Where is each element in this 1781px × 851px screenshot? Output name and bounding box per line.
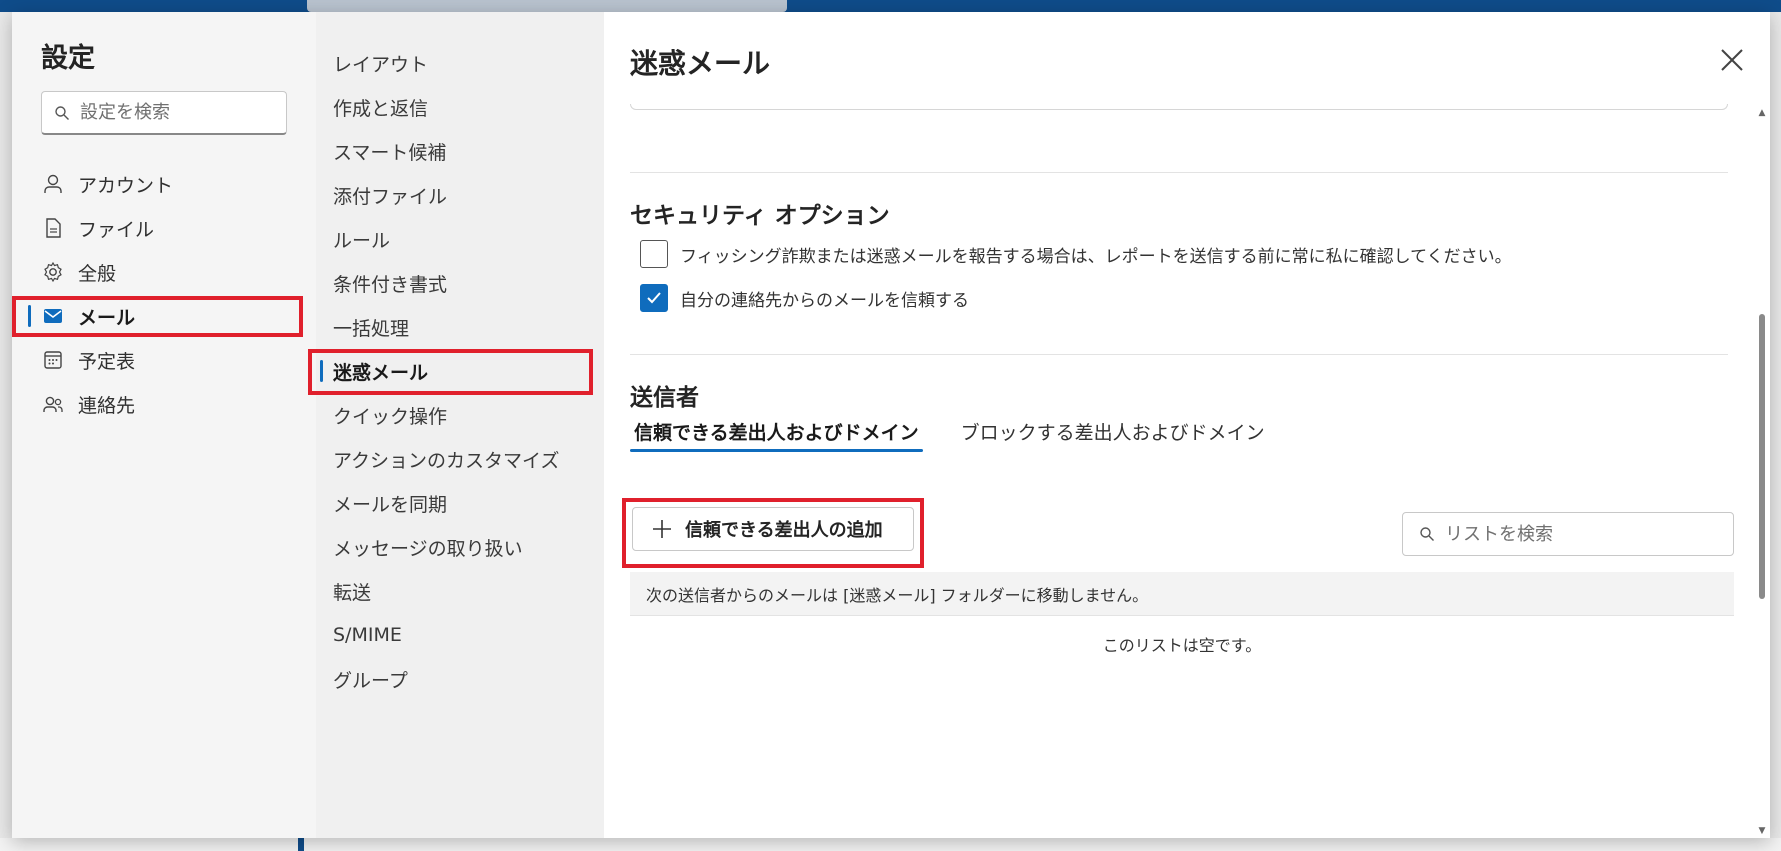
scroll-down-arrow-icon[interactable]: ▼ — [1757, 826, 1767, 836]
people-icon — [43, 396, 63, 412]
calendar-icon — [44, 351, 62, 369]
subnav-item-conditional-formatting[interactable]: 条件付き書式 — [316, 261, 604, 305]
app-header-bar — [0, 0, 1781, 12]
section-divider — [630, 354, 1728, 355]
nav-item-label: 予定表 — [78, 350, 136, 373]
phishing-confirm-checkbox[interactable] — [640, 240, 668, 268]
trust-contacts-checkbox[interactable] — [640, 284, 668, 312]
scroll-up-arrow-icon[interactable]: ▲ — [1757, 108, 1767, 118]
tab-label: ブロックする差出人およびドメイン — [960, 421, 1265, 444]
nav-item-label: ファイル — [78, 218, 155, 241]
page-title: 迷惑メール — [630, 47, 771, 80]
settings-search-box[interactable] — [41, 91, 287, 135]
junk-email-panel: 迷惑メール セキュリティ オプション フィッシング詐欺または迷惑メールを報告する… — [604, 12, 1770, 838]
security-options-title: セキュリティ オプション — [630, 203, 890, 229]
subnav-item-smart-suggestions[interactable]: スマート候補 — [316, 129, 604, 173]
search-icon — [55, 105, 69, 120]
person-icon — [44, 174, 62, 193]
mail-subnav-list: レイアウト 作成と返信 スマート候補 添付ファイル ルール 条件付き書式 一括処… — [308, 41, 604, 701]
nav-item-label: 連絡先 — [78, 394, 136, 417]
nav-item-label: アカウント — [78, 174, 174, 197]
vertical-scrollbar[interactable]: ▲ ▼ — [1754, 104, 1770, 838]
subnav-item-message-handling[interactable]: メッセージの取り扱い — [316, 525, 604, 569]
add-trusted-sender-label: 信頼できる差出人の追加 — [685, 520, 883, 541]
close-icon — [1721, 49, 1743, 71]
settings-nav: 設定 アカウント ファイル — [12, 12, 316, 838]
empty-list-message: このリストは空です。 — [1102, 636, 1262, 655]
previous-card-edge — [630, 104, 1728, 110]
search-icon — [1420, 527, 1434, 541]
subnav-item-label: クイック操作 — [333, 405, 448, 428]
app-background-bottom — [0, 838, 1781, 851]
checkmark-icon — [647, 292, 661, 304]
app-accent-strip — [298, 838, 304, 851]
subnav-item-label: 作成と返信 — [333, 97, 429, 120]
scrollbar-thumb[interactable] — [1759, 314, 1765, 599]
subnav-item-compose-reply[interactable]: 作成と返信 — [316, 85, 604, 129]
subnav-item-label: 条件付き書式 — [333, 273, 448, 296]
subnav-item-groups[interactable]: グループ — [316, 657, 604, 701]
subnav-item-sweep[interactable]: 一括処理 — [316, 305, 604, 349]
subnav-item-label: 一括処理 — [333, 317, 410, 340]
nav-item-account[interactable]: アカウント — [12, 162, 316, 206]
subnav-item-label: ルール — [333, 229, 391, 252]
subnav-item-customize-actions[interactable]: アクションのカスタマイズ — [316, 437, 604, 481]
settings-title: 設定 — [41, 43, 95, 74]
section-divider — [630, 172, 1728, 173]
gear-icon — [44, 261, 62, 283]
tab-blocked-senders[interactable]: ブロックする差出人およびドメイン — [957, 412, 1269, 450]
subnav-item-sync-email[interactable]: メールを同期 — [316, 481, 604, 525]
tab-label: 信頼できる差出人およびドメイン — [634, 421, 919, 444]
nav-item-label: 全般 — [78, 262, 117, 285]
list-info-text: 次の送信者からのメールは [迷惑メール] フォルダーに移動しません。 — [646, 585, 1149, 605]
subnav-item-attachments[interactable]: 添付ファイル — [316, 173, 604, 217]
subnav-item-smime[interactable]: S/MIME — [316, 613, 604, 657]
nav-item-general[interactable]: 全般 — [12, 250, 316, 294]
senders-title: 送信者 — [630, 385, 699, 411]
add-trusted-sender-button[interactable]: 信頼できる差出人の追加 — [632, 507, 914, 551]
subnav-item-label: メールを同期 — [333, 493, 448, 516]
subnav-item-label: メッセージの取り扱い — [333, 537, 523, 560]
close-button[interactable] — [1714, 42, 1750, 78]
settings-nav-list: アカウント ファイル 全般 メール 予定表 連絡先 — [12, 162, 316, 426]
settings-dialog: 設定 アカウント ファイル — [12, 12, 1770, 838]
highlight-box: 信頼できる差出人の追加 — [622, 498, 924, 568]
subnav-item-label: レイアウト — [333, 53, 429, 76]
nav-item-files[interactable]: ファイル — [12, 206, 316, 250]
subnav-item-label: グループ — [333, 669, 408, 692]
trust-contacts-label: 自分の連絡先からのメールを信頼する — [680, 290, 969, 311]
plus-icon — [653, 520, 671, 538]
settings-scroll-area[interactable]: セキュリティ オプション フィッシング詐欺または迷惑メールを報告する場合は、レポ… — [604, 104, 1754, 838]
list-info-bar: 次の送信者からのメールは [迷惑メール] フォルダーに移動しません。 — [630, 572, 1734, 616]
app-search-box — [307, 0, 787, 12]
mail-subnav: レイアウト 作成と返信 スマート候補 添付ファイル ルール 条件付き書式 一括処… — [308, 12, 604, 838]
phishing-confirm-option[interactable]: フィッシング詐欺または迷惑メールを報告する場合は、レポートを送信する前に常に私に… — [640, 240, 1512, 268]
list-search-input[interactable] — [1445, 523, 1725, 545]
nav-item-contacts[interactable]: 連絡先 — [12, 382, 316, 426]
document-icon — [46, 218, 61, 238]
highlight-box — [308, 349, 593, 395]
subnav-item-rules[interactable]: ルール — [316, 217, 604, 261]
subnav-item-junk-email[interactable]: 迷惑メール — [308, 349, 604, 395]
subnav-item-forwarding[interactable]: 転送 — [316, 569, 604, 613]
settings-search-input[interactable] — [80, 102, 270, 123]
tab-trusted-senders[interactable]: 信頼できる差出人およびドメイン — [630, 412, 923, 452]
subnav-item-label: S/MIME — [333, 624, 402, 646]
highlight-box — [12, 296, 303, 337]
subnav-item-label: スマート候補 — [333, 141, 447, 164]
senders-tabs: 信頼できる差出人およびドメイン ブロックする差出人およびドメイン — [630, 412, 1303, 452]
nav-item-calendar[interactable]: 予定表 — [12, 338, 316, 382]
subnav-item-label: 転送 — [333, 581, 372, 604]
subnav-item-quick-actions[interactable]: クイック操作 — [316, 393, 604, 437]
phishing-confirm-label: フィッシング詐欺または迷惑メールを報告する場合は、レポートを送信する前に常に私に… — [680, 246, 1512, 267]
subnav-item-label: 添付ファイル — [333, 185, 448, 208]
subnav-item-layout[interactable]: レイアウト — [316, 41, 604, 85]
trust-contacts-option[interactable]: 自分の連絡先からのメールを信頼する — [640, 284, 969, 312]
nav-item-mail[interactable]: メール — [12, 294, 316, 338]
list-search-box[interactable] — [1402, 512, 1734, 556]
subnav-item-label: アクションのカスタマイズ — [333, 449, 560, 472]
